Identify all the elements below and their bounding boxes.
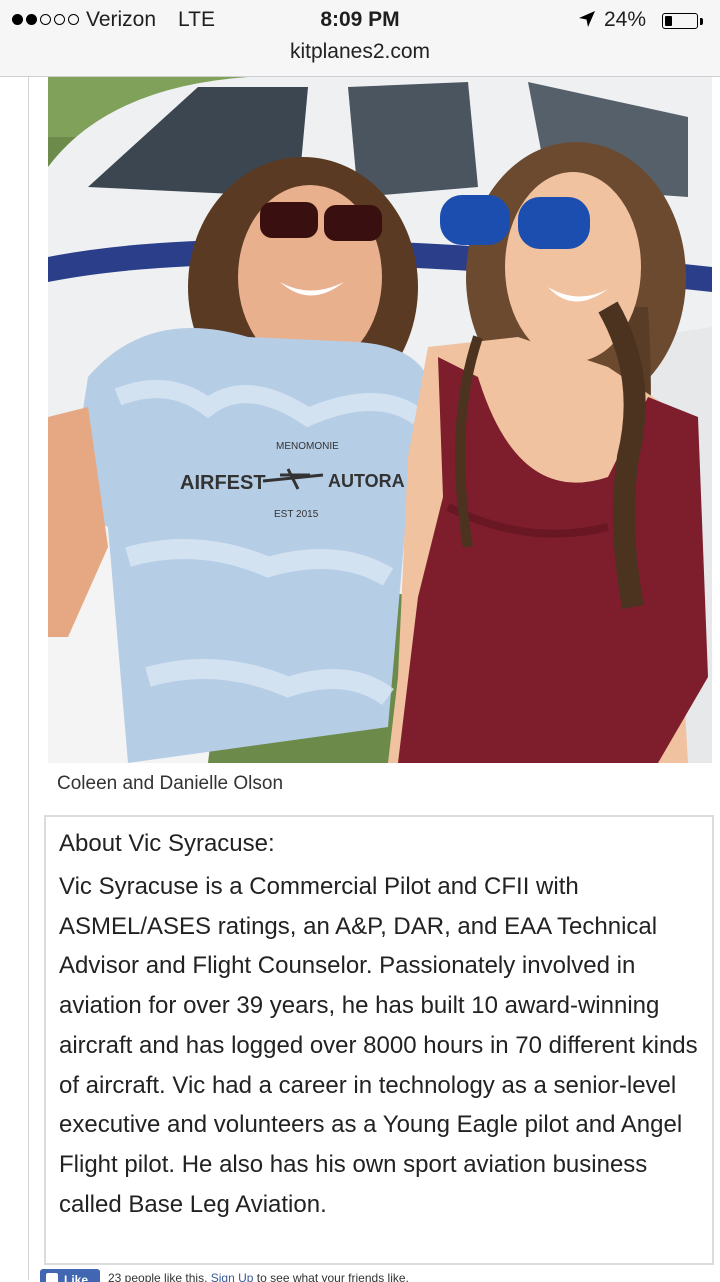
battery-level <box>665 16 672 26</box>
status-row: Verizon LTE 8:09 PM 24% <box>0 4 720 36</box>
photo-illustration: MENOMONIE AIRFEST AUTORA EST 2015 <box>48 77 712 763</box>
article-photo[interactable]: MENOMONIE AIRFEST AUTORA EST 2015 <box>48 77 712 763</box>
author-bio-box: About Vic Syracuse: Vic Syracuse is a Co… <box>44 815 714 1265</box>
battery-nub <box>700 18 703 25</box>
facebook-like-button[interactable]: Like <box>40 1269 100 1282</box>
location-arrow-icon <box>579 11 595 27</box>
shirt-text: EST 2015 <box>274 509 319 520</box>
like-count: 23 people like this. <box>108 1271 208 1282</box>
bio-body-text: Vic Syracuse is a Commercial Pilot and C… <box>59 873 698 1218</box>
shirt-text: MENOMONIE <box>276 441 339 452</box>
facebook-like-text: 23 people like this. Sign Up to see what… <box>108 1271 409 1282</box>
like-label: Like <box>64 1273 89 1282</box>
address-bar-url[interactable]: kitplanes2.com <box>0 40 720 64</box>
thumbs-up-icon <box>46 1273 58 1282</box>
battery-percentage: 24% <box>604 8 647 31</box>
shirt-text: AIRFEST <box>180 472 266 494</box>
signup-suffix: to see what your friends like. <box>256 1271 409 1282</box>
status-bar: Verizon LTE 8:09 PM 24% kitplanes2.com <box>0 0 720 77</box>
photo-caption: Coleen and Danielle Olson <box>57 773 284 794</box>
shirt-text: AUTORA <box>328 471 405 491</box>
signup-link[interactable]: Sign Up <box>211 1271 254 1282</box>
bio-heading: About Vic Syracuse: <box>59 830 275 857</box>
battery-icon <box>662 13 698 29</box>
